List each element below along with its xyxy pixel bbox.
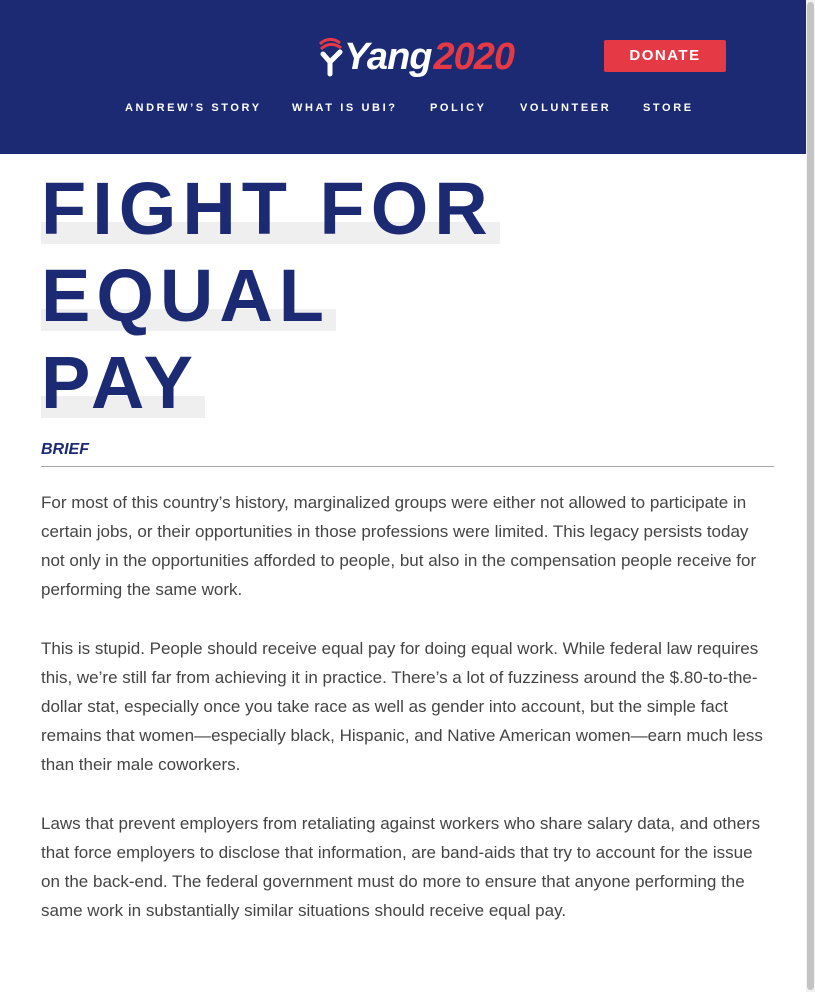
nav-item-andrews-story[interactable]: ANDREW’S STORY [125, 98, 262, 118]
title-line: PAY [41, 339, 494, 426]
title-line: EQUAL [41, 252, 494, 339]
nav-item-volunteer[interactable]: VOLUNTEER [520, 98, 611, 118]
title-line-text: PAY [41, 341, 205, 424]
scrollbar-thumb[interactable] [807, 2, 814, 990]
nav-item-store[interactable]: STORE [643, 98, 694, 118]
section-label-brief: BRIEF [41, 441, 89, 458]
title-line: FIGHT FOR [41, 165, 500, 252]
section-divider [41, 466, 774, 467]
page-title: FIGHT FOR EQUAL PAY [41, 165, 500, 426]
body-paragraph: For most of this country’s history, marg… [41, 493, 757, 599]
logo-year: 2020 [433, 36, 516, 78]
title-line-text: FIGHT FOR [41, 167, 500, 250]
site-header: Yang 2020 DONATE ANDREW’S STORY WHAT IS … [0, 0, 815, 154]
donate-button[interactable]: DONATE [604, 40, 726, 72]
nav-item-policy[interactable]: POLICY [430, 98, 487, 118]
body-paragraph: This is stupid. People should receive eq… [41, 639, 763, 774]
flag-swoosh-icon [318, 34, 344, 80]
page: Yang 2020 DONATE ANDREW’S STORY WHAT IS … [0, 0, 815, 992]
vertical-scrollbar[interactable] [806, 0, 815, 992]
main-nav: ANDREW’S STORY WHAT IS UBI? POLICY VOLUN… [0, 98, 815, 118]
nav-item-what-is-ubi[interactable]: WHAT IS UBI? [292, 98, 398, 118]
title-line-text: EQUAL [41, 254, 336, 337]
site-logo[interactable]: Yang 2020 [318, 34, 516, 80]
logo-name: Yang [344, 36, 432, 78]
body-paragraph: Laws that prevent employers from retalia… [41, 814, 761, 920]
